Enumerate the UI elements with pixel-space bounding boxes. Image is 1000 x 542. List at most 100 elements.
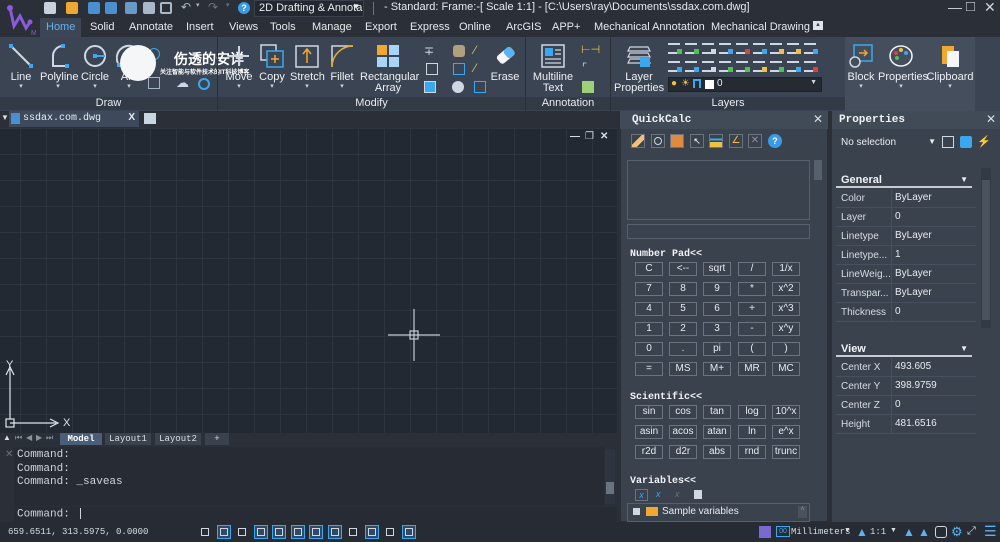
tab-express[interactable]: Express <box>404 18 456 37</box>
angle-icon[interactable]: ∠ <box>729 134 743 148</box>
chevron-down-icon[interactable]: ▼ <box>844 527 851 534</box>
object-snap-icon[interactable] <box>272 525 286 539</box>
property-value[interactable]: ByLayer <box>891 284 932 302</box>
sci-function-button[interactable]: acos <box>669 425 697 439</box>
property-row[interactable]: LineWeig... ByLayer <box>836 265 976 284</box>
layer-copy-icon[interactable] <box>702 61 716 72</box>
selection-dropdown[interactable]: No selection ▼ <box>836 135 940 151</box>
prev-tab-icon[interactable]: ◀ <box>26 433 32 442</box>
tab-home[interactable]: Home <box>40 18 82 37</box>
properties-scrollbar[interactable] <box>981 168 991 328</box>
property-row[interactable]: Color ByLayer <box>836 189 976 208</box>
sci-function-button[interactable]: abs <box>703 445 731 459</box>
calc-key-button[interactable]: sqrt <box>703 262 731 276</box>
save-as-icon[interactable] <box>105 2 117 14</box>
sci-function-button[interactable]: rnd <box>738 445 766 459</box>
layer-previous-icon[interactable] <box>668 43 682 54</box>
edit-variable-icon[interactable]: x <box>656 489 661 499</box>
property-row[interactable]: Center Y 398.9759 <box>836 377 976 396</box>
circle-button[interactable]: Circle ▾ <box>80 43 110 91</box>
layer-match-icon[interactable] <box>668 61 682 72</box>
revision-cloud-icon[interactable]: ☁ <box>176 75 189 91</box>
property-value[interactable]: 1 <box>891 246 901 264</box>
modify-panel-label[interactable]: Modify <box>218 97 525 110</box>
property-row[interactable]: Linetype ByLayer <box>836 227 976 246</box>
sci-function-button[interactable]: sin <box>635 405 663 419</box>
help-icon[interactable]: ? <box>238 2 250 14</box>
print-icon[interactable] <box>143 2 155 14</box>
quick-select-icon[interactable]: ⚡ <box>977 135 991 148</box>
rectangular-array-button[interactable]: Rectangular Array <box>360 43 419 94</box>
calc-key-button[interactable]: MS <box>669 362 697 376</box>
property-value[interactable]: 0 <box>891 303 901 321</box>
property-value[interactable]: ByLayer <box>891 265 932 283</box>
tab-arcgis[interactable]: ArcGIS <box>500 18 547 37</box>
calc-key-button[interactable]: ) <box>772 342 800 356</box>
properties-button[interactable]: Properties ▾ <box>878 43 928 91</box>
viewport-restore-icon[interactable]: ❐ <box>585 131 594 142</box>
rectangle-icon[interactable] <box>148 77 160 89</box>
intersection-icon[interactable]: ✕ <box>748 134 762 148</box>
layers-panel-label[interactable]: Layers <box>611 97 845 110</box>
next-tab-icon[interactable]: ▶ <box>36 433 42 442</box>
paste-to-command-icon[interactable] <box>670 134 684 148</box>
align-icon[interactable] <box>453 63 465 75</box>
toggle-pickadd-icon[interactable] <box>942 136 954 148</box>
settings-gear-icon[interactable]: ⚙ <box>951 524 963 540</box>
layer-translate-icon[interactable] <box>753 61 767 72</box>
preview-icon[interactable] <box>160 2 172 14</box>
snap-mode-icon[interactable] <box>216 525 231 539</box>
layout-tab-layout2[interactable]: Layout2 <box>155 433 201 445</box>
layer-off-icon[interactable] <box>702 43 716 54</box>
tab-views[interactable]: Views <box>223 18 264 37</box>
new-tab-icon[interactable] <box>144 113 156 124</box>
sample-variables-node[interactable]: Sample variables <box>662 506 739 517</box>
scale-dropdown[interactable]: 1:1 <box>870 527 886 537</box>
property-value[interactable]: 0 <box>891 208 901 226</box>
number-pad-label[interactable]: Number Pad<< <box>630 249 702 260</box>
object-snap-tracking-icon[interactable] <box>290 525 305 539</box>
clipboard-button[interactable]: Clipboard ▾ <box>926 43 974 91</box>
polyline-button[interactable]: Polyline ▾ <box>40 43 79 91</box>
join-icon[interactable] <box>452 81 464 93</box>
sci-function-button[interactable]: log <box>738 405 766 419</box>
draw-panel-label[interactable]: Draw <box>0 97 217 110</box>
tab-online[interactable]: Online <box>453 18 497 37</box>
layer-walk-icon[interactable] <box>804 43 818 54</box>
layer-on-icon[interactable] <box>770 43 784 54</box>
first-tab-icon[interactable]: ⏮ <box>15 433 22 443</box>
open-folder-icon[interactable] <box>66 2 78 14</box>
layer-thaw-icon[interactable] <box>787 43 801 54</box>
calc-key-button[interactable]: 7 <box>635 282 663 296</box>
tab-export[interactable]: Export <box>359 18 403 37</box>
calc-key-button[interactable]: M+ <box>703 362 731 376</box>
layer-change-icon[interactable] <box>736 61 750 72</box>
property-row[interactable]: Linetype... 1 <box>836 246 976 265</box>
view-section-header[interactable]: View ▼ <box>836 343 972 357</box>
dynamic-ucs-icon[interactable] <box>309 525 323 539</box>
lineweight-icon[interactable] <box>346 525 360 539</box>
calc-key-button[interactable]: + <box>738 302 766 316</box>
transparency-icon[interactable] <box>364 525 379 539</box>
viewport-minimize-icon[interactable]: — <box>570 131 580 142</box>
sci-function-button[interactable]: d2r <box>669 445 697 459</box>
calc-key-button[interactable]: x^3 <box>772 302 800 316</box>
properties-close-icon[interactable]: ✕ <box>986 112 996 126</box>
property-value[interactable]: 0 <box>891 396 901 414</box>
calc-key-button[interactable]: 8 <box>669 282 697 296</box>
sci-function-button[interactable]: r2d <box>635 445 663 459</box>
calc-key-button[interactable]: 4 <box>635 302 663 316</box>
ortho-icon[interactable] <box>235 525 249 539</box>
polar-tracking-icon[interactable] <box>253 525 268 539</box>
tab-manage[interactable]: Manage <box>306 18 358 37</box>
quickcalc-close-icon[interactable]: ✕ <box>813 112 823 126</box>
clear-icon[interactable] <box>631 134 645 148</box>
help-icon[interactable]: ? <box>768 134 782 148</box>
layer-visibility-icon[interactable] <box>787 61 801 72</box>
property-value[interactable]: ByLayer <box>891 189 932 207</box>
minimize-ribbon-icon[interactable]: ▲ <box>813 21 823 30</box>
calc-key-button[interactable]: MR <box>738 362 766 376</box>
edit-polyline-icon[interactable] <box>474 81 486 93</box>
close-button[interactable]: ✕ <box>984 0 996 16</box>
property-row[interactable]: Layer 0 <box>836 208 976 227</box>
